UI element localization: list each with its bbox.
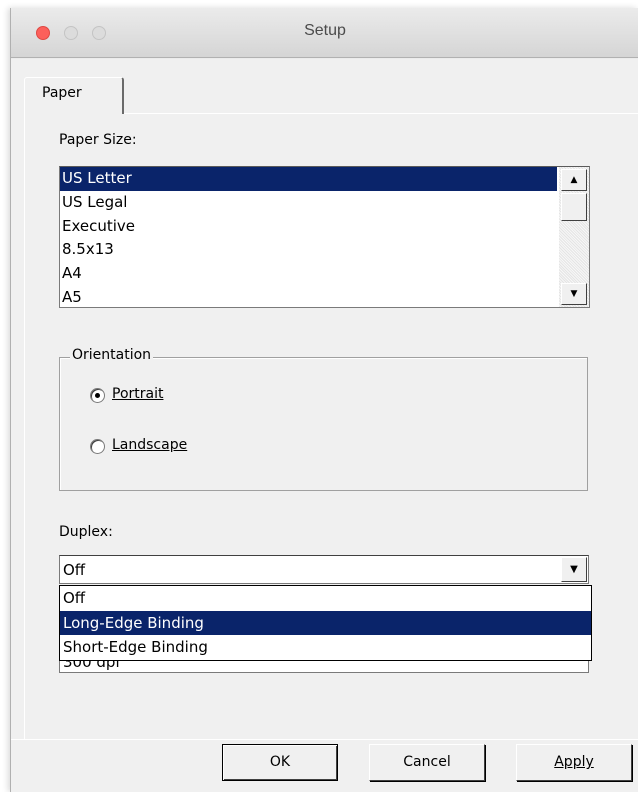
landscape-radio[interactable] (90, 439, 105, 454)
dropdown-option-long-edge[interactable]: Long-Edge Binding (60, 610, 591, 636)
list-item[interactable]: A5 (60, 286, 557, 307)
landscape-label-text: Landscape (112, 437, 188, 453)
apply-button-label: Apply (554, 754, 594, 770)
button-bar: OK Cancel Apply (11, 739, 638, 792)
orientation-label: Orientation (70, 347, 154, 363)
dialog-body: Paper Paper Size: US Letter US Legal Exe… (11, 59, 638, 792)
paper-size-label: Paper Size: (59, 132, 137, 148)
setup-window: Setup Paper Paper Size: US Letter US Leg… (10, 8, 638, 792)
scroll-down-button[interactable]: ▼ (561, 283, 587, 305)
list-item[interactable]: 8.5x13 (60, 238, 557, 262)
portrait-label: Portrait (112, 386, 163, 402)
duplex-dropdown-list[interactable]: Off Long-Edge Binding Short-Edge Binding (59, 585, 592, 661)
orientation-groupbox (59, 357, 588, 491)
paper-tab-panel: Paper Size: US Letter US Legal Executive… (24, 113, 638, 739)
list-item[interactable]: US Letter (60, 167, 557, 191)
duplex-dropdown-button[interactable]: ▼ (561, 557, 587, 582)
list-item[interactable]: US Legal (60, 191, 557, 215)
list-item[interactable]: Executive (60, 215, 557, 239)
scroll-up-button[interactable]: ▲ (561, 169, 587, 191)
scroll-thumb[interactable] (561, 193, 587, 221)
duplex-value: Off (63, 561, 86, 579)
duplex-label: Duplex: (59, 524, 113, 540)
cancel-button[interactable]: Cancel (369, 744, 485, 781)
list-item[interactable]: A4 (60, 262, 557, 286)
dropdown-option-off[interactable]: Off (60, 586, 591, 611)
paper-size-listbox[interactable]: US Letter US Legal Executive 8.5x13 A4 A… (59, 166, 590, 308)
radio-selected-dot (95, 393, 100, 398)
tab-paper[interactable]: Paper (24, 77, 124, 114)
window-title: Setup (304, 22, 346, 39)
arrow-up-icon: ▲ (570, 175, 578, 185)
dropdown-option-short-edge[interactable]: Short-Edge Binding (60, 635, 591, 660)
portrait-label-text: Portrait (112, 386, 164, 402)
landscape-label: Landscape (112, 437, 187, 453)
title-bar: Setup (11, 8, 638, 58)
portrait-radio[interactable] (90, 388, 105, 403)
arrow-down-icon: ▼ (570, 289, 578, 299)
apply-button[interactable]: Apply (516, 744, 632, 781)
ok-button[interactable]: OK (222, 744, 338, 781)
chevron-down-icon: ▼ (570, 564, 578, 575)
duplex-select[interactable]: Off ▼ (59, 555, 589, 584)
paper-size-scrollbar[interactable]: ▲ ▼ (559, 167, 589, 307)
